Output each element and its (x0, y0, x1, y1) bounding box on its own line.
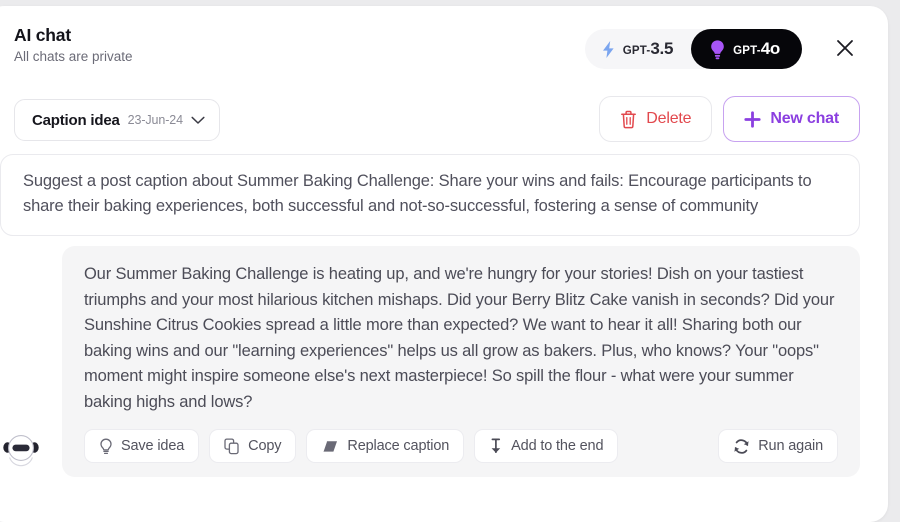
prompt-box[interactable]: Suggest a post caption about Summer Baki… (0, 154, 860, 236)
dropdown-date: 23-Jun-24 (127, 113, 183, 127)
copy-icon (224, 437, 240, 455)
new-chat-button[interactable]: New chat (723, 96, 860, 142)
title-block: AI chat All chats are private (14, 25, 133, 66)
dropdown-title: Caption idea (32, 111, 120, 129)
toolbar-actions: Delete New chat (599, 96, 860, 142)
ai-chat-panel: AI chat All chats are private GPT-3.5 GP… (0, 6, 888, 522)
caption-idea-dropdown[interactable]: Caption idea 23-Jun-24 (14, 99, 220, 141)
response-actions: Save idea Copy Replace caption Add to th… (84, 429, 838, 463)
eraser-icon (321, 439, 339, 454)
response-bubble: Our Summer Baking Challenge is heating u… (62, 246, 860, 477)
prompt-text: Suggest a post caption about Summer Baki… (23, 172, 812, 215)
model-selector[interactable]: GPT-3.5 GPT-4o (584, 29, 802, 69)
lightbulb-icon (99, 438, 113, 455)
arrow-down-to-line-icon (489, 438, 503, 455)
run-again-button[interactable]: Run again (718, 429, 838, 463)
delete-button[interactable]: Delete (599, 96, 713, 142)
lightning-bolt-icon (601, 40, 616, 59)
plus-icon (744, 110, 761, 128)
model-option-gpt4o-label: GPT-4o (733, 39, 780, 58)
copy-button[interactable]: Copy (209, 429, 297, 463)
lightbulb-icon (709, 39, 726, 60)
trash-icon (620, 110, 637, 129)
add-to-the-end-button-label: Add to the end (511, 438, 604, 454)
replace-caption-button-label: Replace caption (347, 438, 450, 454)
copy-button-label: Copy (248, 438, 282, 454)
add-to-the-end-button[interactable]: Add to the end (474, 429, 619, 463)
model-option-gpt35-label: GPT-3.5 (622, 39, 674, 58)
page-title: AI chat (14, 25, 71, 45)
delete-button-label: Delete (646, 110, 692, 127)
save-idea-button[interactable]: Save idea (84, 429, 200, 463)
response-text: Our Summer Baking Challenge is heating u… (84, 265, 835, 411)
chevron-down-icon (191, 116, 205, 125)
model-option-gpt4o[interactable]: GPT-4o (691, 29, 802, 69)
toolbar: Caption idea 23-Jun-24 Delete New chat (0, 94, 888, 150)
panel-header: AI chat All chats are private GPT-3.5 GP… (0, 6, 888, 90)
bot-avatar-icon (2, 432, 40, 470)
replace-caption-button[interactable]: Replace caption (306, 429, 465, 463)
page-subtitle: All chats are private (14, 49, 133, 64)
model-option-gpt35[interactable]: GPT-3.5 (585, 29, 691, 69)
run-again-button-label: Run again (758, 438, 823, 454)
new-chat-button-label: New chat (770, 110, 839, 127)
close-icon[interactable] (830, 33, 860, 63)
refresh-icon (733, 438, 750, 455)
save-idea-button-label: Save idea (121, 438, 185, 454)
